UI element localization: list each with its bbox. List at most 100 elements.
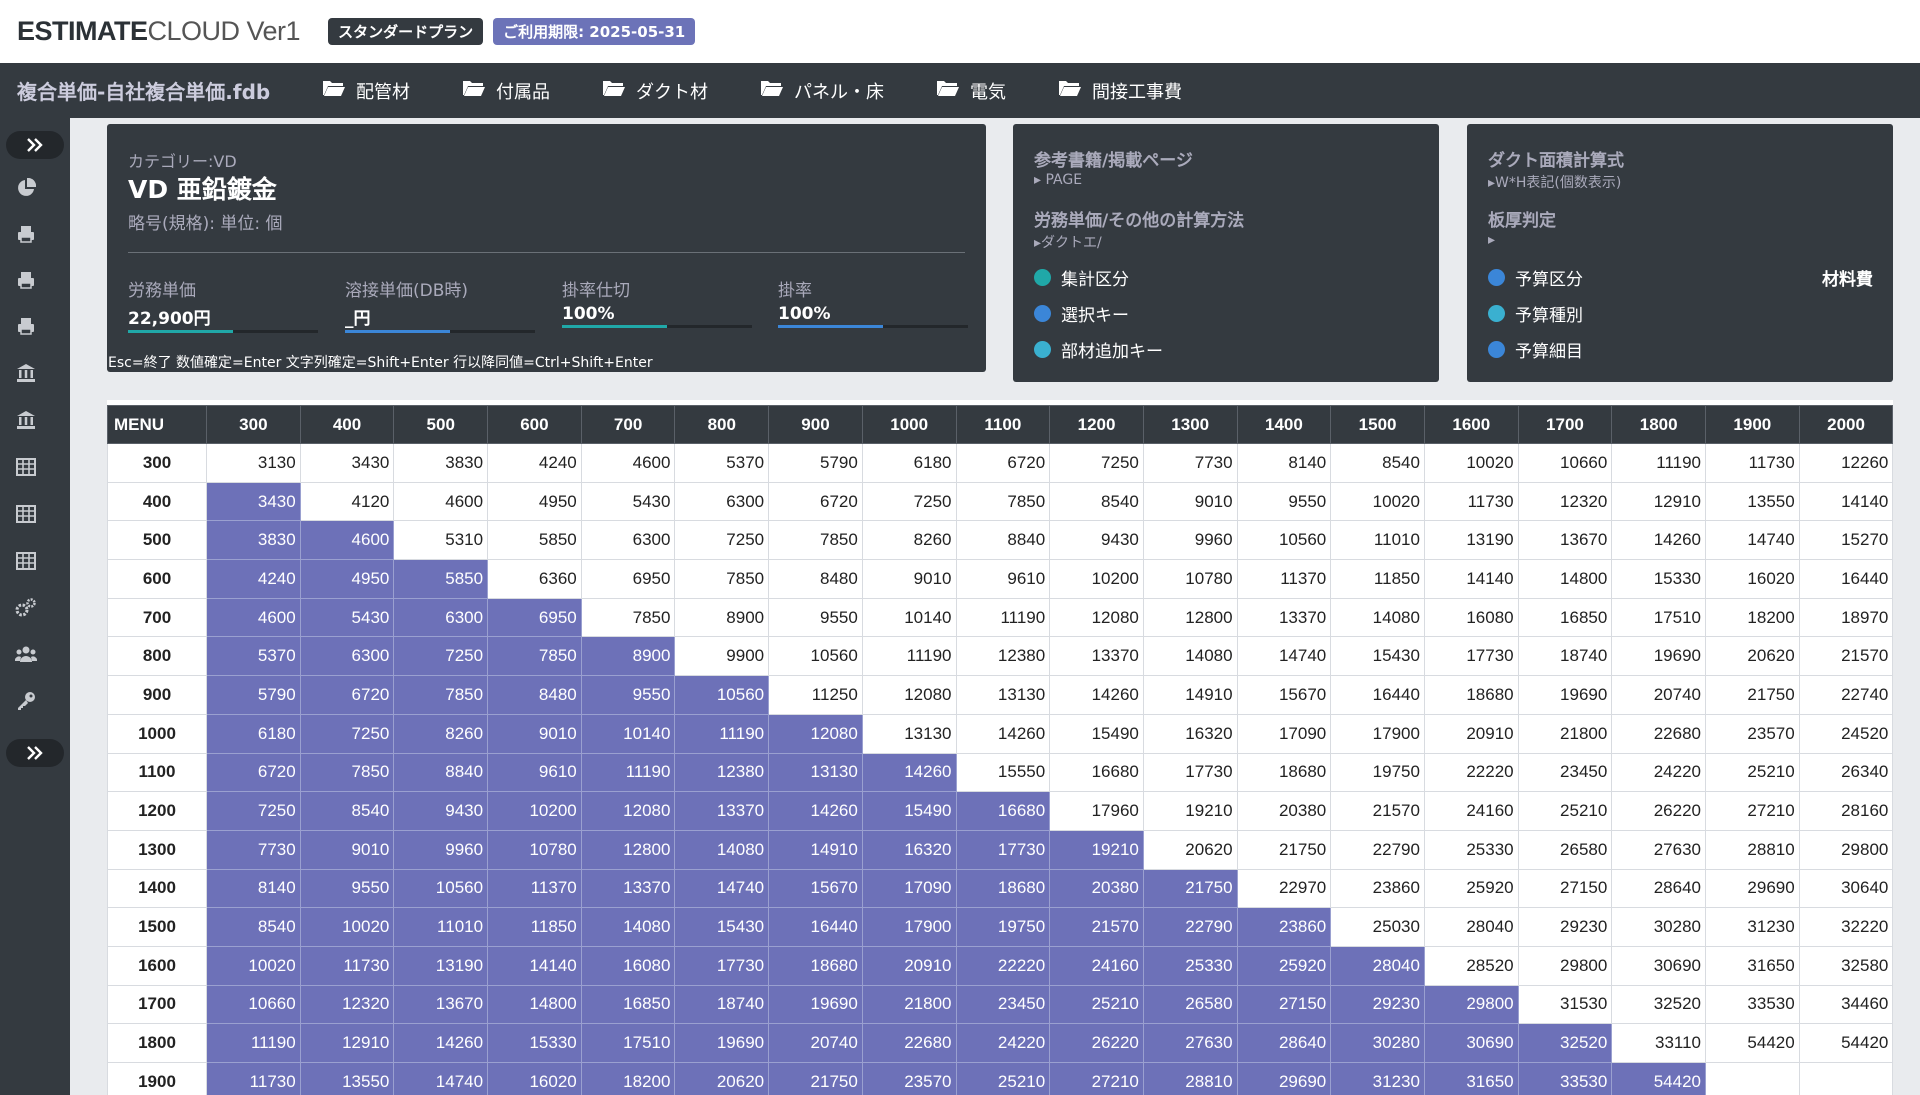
table-cell[interactable]: 19210 xyxy=(1142,791,1238,831)
table-cell[interactable]: 19690 xyxy=(1611,636,1706,677)
table-cell[interactable]: 29690 xyxy=(1705,868,1800,909)
table-cell[interactable] xyxy=(1705,1062,1800,1095)
radio-row[interactable]: 予算細目 xyxy=(1488,337,1583,362)
table-cell[interactable]: 19690 xyxy=(1517,675,1613,715)
table-button[interactable] xyxy=(14,549,38,573)
table-cell[interactable]: 7850 xyxy=(955,481,1051,522)
table-cell[interactable]: 24220 xyxy=(955,1023,1051,1063)
table-cell[interactable]: 12320 xyxy=(1517,481,1613,522)
table-cell[interactable]: 11190 xyxy=(674,713,770,754)
nav-item[interactable]: 電気 xyxy=(936,78,1006,104)
table-cell[interactable]: 54420 xyxy=(1798,1023,1893,1063)
table-cell[interactable]: 14080 xyxy=(1330,597,1425,638)
table-cell[interactable]: 26580 xyxy=(1517,829,1613,870)
table-cell[interactable]: 33530 xyxy=(1705,984,1800,1025)
table-cell[interactable]: 33110 xyxy=(1611,1023,1706,1063)
table-cell[interactable]: 29800 xyxy=(1517,945,1613,986)
table-cell[interactable]: 4120 xyxy=(299,481,395,522)
table-cell[interactable]: 10020 xyxy=(206,945,301,986)
field-value[interactable]: 100% xyxy=(562,304,752,324)
table-cell[interactable]: 5850 xyxy=(393,559,489,599)
table-cell[interactable]: 7730 xyxy=(206,829,301,870)
table-cell[interactable]: 9610 xyxy=(487,752,582,793)
table-button[interactable] xyxy=(14,455,38,479)
table-cell[interactable]: 14910 xyxy=(768,829,863,870)
table-cell[interactable]: 20740 xyxy=(768,1023,863,1063)
table-cell[interactable]: 12800 xyxy=(580,829,676,870)
table-cell[interactable]: 5430 xyxy=(580,481,676,522)
table-cell[interactable]: 25210 xyxy=(1517,791,1613,831)
table-cell[interactable]: 14260 xyxy=(1611,520,1706,561)
table-cell[interactable]: 21750 xyxy=(1236,829,1332,870)
radio-row[interactable]: 集計区分 xyxy=(1034,265,1129,290)
table-cell[interactable]: 10780 xyxy=(487,829,582,870)
table-cell[interactable]: 30280 xyxy=(1330,1023,1425,1063)
table-cell[interactable]: 8260 xyxy=(393,713,489,754)
table-cell[interactable]: 8900 xyxy=(580,636,676,677)
table-cell[interactable]: 6720 xyxy=(955,443,1051,483)
table-cell[interactable]: 8540 xyxy=(1049,481,1144,522)
table-cell[interactable]: 14260 xyxy=(861,752,957,793)
table-cell[interactable]: 7730 xyxy=(1142,443,1238,483)
table-cell[interactable]: 22220 xyxy=(955,945,1051,986)
table-cell[interactable]: 5790 xyxy=(768,443,863,483)
table-cell[interactable]: 30280 xyxy=(1611,907,1706,947)
table-cell[interactable]: 31650 xyxy=(1423,1062,1519,1095)
table-cell[interactable]: 20910 xyxy=(1423,713,1519,754)
table-cell[interactable]: 17730 xyxy=(674,945,770,986)
table-cell[interactable]: 15490 xyxy=(861,791,957,831)
table-cell[interactable]: 5790 xyxy=(206,675,301,715)
field-3[interactable]: 掛率 100% xyxy=(778,276,968,328)
table-cell[interactable]: 17900 xyxy=(861,907,957,947)
table-cell[interactable]: 12080 xyxy=(580,791,676,831)
table-cell[interactable]: 13670 xyxy=(1517,520,1613,561)
table-button[interactable] xyxy=(14,502,38,526)
table-cell[interactable]: 10660 xyxy=(206,984,301,1025)
table-cell[interactable]: 23570 xyxy=(1705,713,1800,754)
table-cell[interactable]: 28810 xyxy=(1142,1062,1238,1095)
table-cell[interactable]: 10020 xyxy=(1330,481,1425,522)
table-cell[interactable]: 29230 xyxy=(1330,984,1425,1025)
table-cell[interactable]: 8480 xyxy=(768,559,863,599)
table-cell[interactable]: 20620 xyxy=(674,1062,770,1095)
table-cell[interactable]: 14140 xyxy=(1798,481,1893,522)
table-cell[interactable]: 7850 xyxy=(768,520,863,561)
table-cell[interactable]: 14140 xyxy=(1423,559,1519,599)
table-cell[interactable]: 8900 xyxy=(674,597,770,638)
table-cell[interactable]: 5430 xyxy=(299,597,395,638)
table-cell[interactable]: 11010 xyxy=(1330,520,1425,561)
table-cell[interactable]: 12260 xyxy=(1798,443,1893,483)
table-cell[interactable]: 18680 xyxy=(1236,752,1332,793)
table-cell[interactable]: 16440 xyxy=(1798,559,1893,599)
table-cell[interactable]: 27210 xyxy=(1705,791,1800,831)
table-cell[interactable]: 8540 xyxy=(1330,443,1425,483)
table-cell[interactable]: 16850 xyxy=(580,984,676,1025)
table-cell[interactable]: 11010 xyxy=(393,907,489,947)
table-cell[interactable]: 6300 xyxy=(393,597,489,638)
bank-button[interactable] xyxy=(14,361,38,385)
table-cell[interactable]: 16080 xyxy=(1423,597,1519,638)
table-cell[interactable]: 5850 xyxy=(487,520,582,561)
field-value[interactable]: 22,900円 xyxy=(128,304,318,329)
table-cell[interactable]: 23860 xyxy=(1330,868,1425,909)
table-cell[interactable]: 14740 xyxy=(674,868,770,909)
table-cell[interactable]: 4600 xyxy=(580,443,676,483)
table-cell[interactable]: 10020 xyxy=(1423,443,1519,483)
table-cell[interactable]: 16320 xyxy=(1142,713,1238,754)
table-cell[interactable]: 10560 xyxy=(1236,520,1332,561)
table-cell[interactable]: 27210 xyxy=(1049,1062,1144,1095)
table-cell[interactable]: 16020 xyxy=(487,1062,582,1095)
table-cell[interactable]: 25330 xyxy=(1423,829,1519,870)
table-cell[interactable]: 29800 xyxy=(1423,984,1519,1025)
table-cell[interactable]: 15330 xyxy=(1611,559,1706,599)
table-cell[interactable]: 16680 xyxy=(955,791,1051,831)
table-cell[interactable]: 13370 xyxy=(580,868,676,909)
table-cell[interactable]: 14140 xyxy=(487,945,582,986)
table-cell[interactable]: 15330 xyxy=(487,1023,582,1063)
table-cell[interactable]: 8540 xyxy=(299,791,395,831)
table-cell[interactable]: 20380 xyxy=(1236,791,1332,831)
table-cell[interactable]: 12910 xyxy=(1611,481,1706,522)
table-cell[interactable]: 12380 xyxy=(674,752,770,793)
table-cell[interactable]: 24220 xyxy=(1611,752,1706,793)
table-cell[interactable]: 7250 xyxy=(299,713,395,754)
